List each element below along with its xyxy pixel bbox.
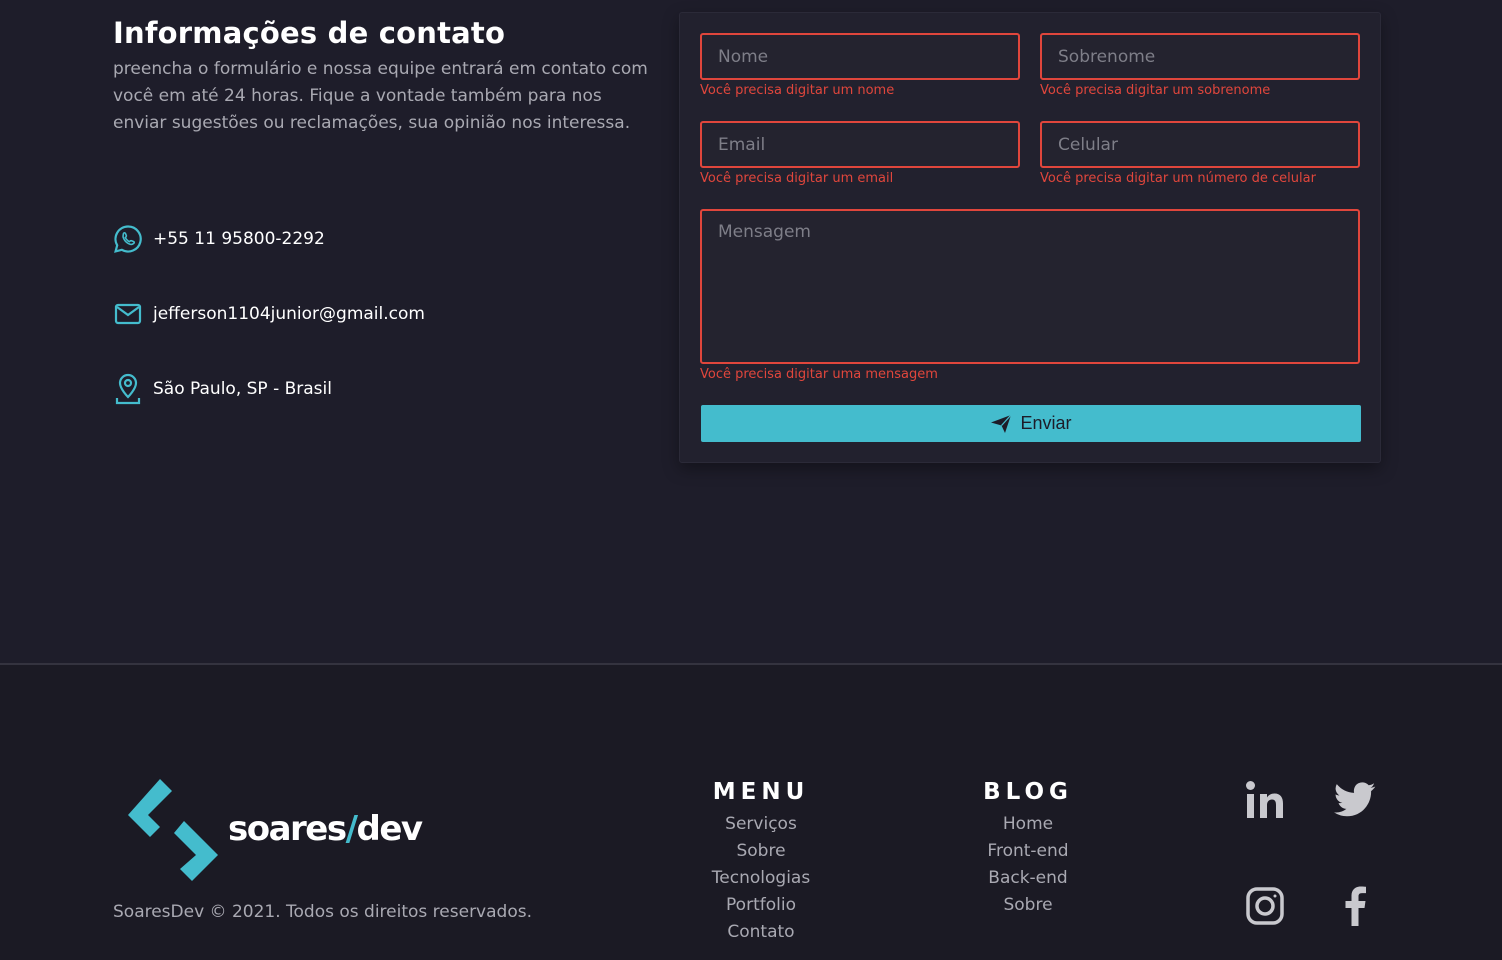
contact-section: Informações de contato preencha o formul… bbox=[0, 0, 1502, 663]
menu-link-sobre[interactable]: Sobre bbox=[700, 838, 822, 865]
mail-icon bbox=[113, 298, 143, 330]
twitter-icon[interactable] bbox=[1330, 775, 1380, 825]
logo-mark-icon bbox=[128, 779, 218, 881]
mensagem-field-group: Mensagem Você precisa digitar uma mensag… bbox=[700, 209, 1360, 382]
sobrenome-input[interactable]: Sobrenome bbox=[1040, 33, 1360, 80]
contact-form: Nome Você precisa digitar um nome Sobren… bbox=[679, 12, 1381, 463]
send-button-label: Enviar bbox=[1020, 413, 1072, 433]
mensagem-error: Você precisa digitar uma mensagem bbox=[700, 367, 938, 382]
menu-link-servicos[interactable]: Serviços bbox=[700, 811, 822, 838]
location-pin-icon bbox=[113, 373, 143, 405]
contact-phone: +55 11 95800-2292 bbox=[113, 223, 325, 255]
menu-link-tecnologias[interactable]: Tecnologias bbox=[700, 865, 822, 892]
menu-heading: MENU bbox=[712, 779, 810, 805]
nome-input[interactable]: Nome bbox=[700, 33, 1020, 80]
blog-link-sobre[interactable]: Sobre bbox=[968, 892, 1088, 919]
footer-menu: MENU Serviços Sobre Tecnologias Portfoli… bbox=[700, 779, 822, 946]
logo-text: soares/dev bbox=[228, 809, 423, 849]
celular-input[interactable]: Celular bbox=[1040, 121, 1360, 168]
email-input[interactable]: Email bbox=[700, 121, 1020, 168]
nome-error: Você precisa digitar um nome bbox=[700, 83, 895, 98]
contact-email: jefferson1104junior@gmail.com bbox=[113, 298, 425, 330]
email-field-group: Email Você precisa digitar um email bbox=[700, 121, 1020, 186]
menu-link-contato[interactable]: Contato bbox=[700, 919, 822, 946]
send-button[interactable]: Enviar bbox=[701, 405, 1361, 442]
blog-link-back-end[interactable]: Back-end bbox=[968, 865, 1088, 892]
contact-title: Informações de contato bbox=[113, 16, 506, 50]
facebook-icon[interactable] bbox=[1330, 881, 1380, 931]
sobrenome-error: Você precisa digitar um sobrenome bbox=[1040, 83, 1271, 98]
nome-field-group: Nome Você precisa digitar um nome bbox=[700, 33, 1020, 98]
footer-logo[interactable]: soares/dev bbox=[126, 777, 423, 881]
contact-info: Informações de contato preencha o formul… bbox=[113, 16, 653, 137]
contact-location: São Paulo, SP - Brasil bbox=[113, 373, 332, 405]
blog-link-front-end[interactable]: Front-end bbox=[968, 838, 1088, 865]
mensagem-textarea[interactable]: Mensagem bbox=[700, 209, 1360, 364]
send-icon bbox=[991, 414, 1012, 433]
copyright: SoaresDev © 2021. Todos os direitos rese… bbox=[113, 902, 532, 922]
celular-error: Você precisa digitar um número de celula… bbox=[1040, 171, 1316, 186]
footer-blog: BLOG Home Front-end Back-end Sobre bbox=[968, 779, 1088, 919]
email-text: jefferson1104junior@gmail.com bbox=[153, 304, 425, 324]
phone-text: +55 11 95800-2292 bbox=[153, 229, 325, 249]
contact-description: preencha o formulário e nossa equipe ent… bbox=[113, 59, 648, 133]
blog-heading: BLOG bbox=[983, 779, 1073, 805]
email-error: Você precisa digitar um email bbox=[700, 171, 894, 186]
whatsapp-icon bbox=[113, 223, 143, 255]
sobrenome-field-group: Sobrenome Você precisa digitar um sobren… bbox=[1040, 33, 1360, 98]
blog-link-home[interactable]: Home bbox=[968, 811, 1088, 838]
menu-link-portfolio[interactable]: Portfolio bbox=[700, 892, 822, 919]
footer: soares/dev SoaresDev © 2021. Todos os di… bbox=[0, 663, 1502, 960]
linkedin-icon[interactable] bbox=[1240, 775, 1290, 825]
location-text: São Paulo, SP - Brasil bbox=[153, 379, 332, 399]
celular-field-group: Celular Você precisa digitar um número d… bbox=[1040, 121, 1360, 186]
instagram-icon[interactable] bbox=[1240, 881, 1290, 931]
